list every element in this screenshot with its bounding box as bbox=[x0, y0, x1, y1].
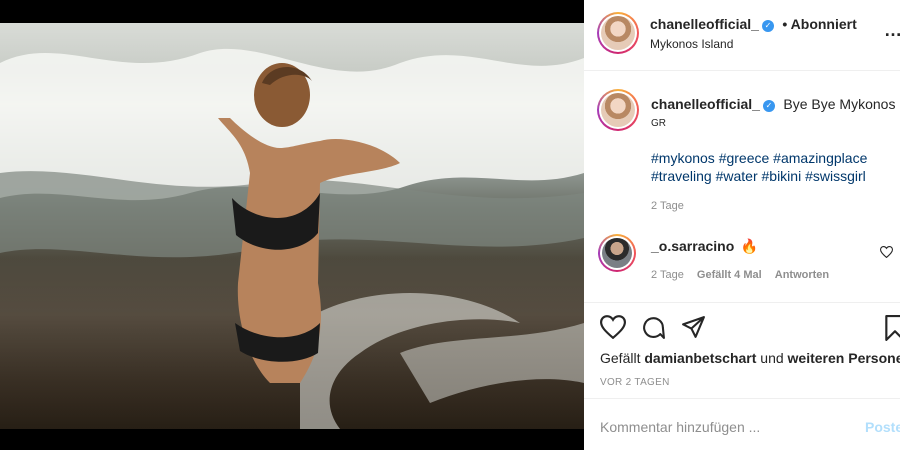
post-comment-button[interactable]: Posten bbox=[865, 419, 900, 435]
share-icon[interactable] bbox=[681, 315, 706, 340]
likes-connector: und bbox=[760, 350, 784, 366]
verified-badge-icon: ✓ bbox=[761, 20, 774, 32]
caption-avatar[interactable] bbox=[597, 89, 639, 131]
commenter-avatar[interactable] bbox=[598, 234, 636, 272]
comment-icon[interactable] bbox=[641, 315, 666, 340]
heart-icon[interactable] bbox=[600, 315, 626, 339]
comment-reply-button[interactable]: Antworten bbox=[775, 269, 829, 281]
post-location[interactable]: Mykonos Island bbox=[650, 37, 733, 51]
caption-hashtags-line1[interactable]: #mykonos #greece #amazingplace bbox=[651, 149, 867, 167]
verified-badge-icon: ✓ bbox=[762, 100, 775, 112]
bookmark-icon[interactable] bbox=[884, 315, 900, 341]
post-side-panel: chanelleofficial_ ✓ • Abonniert Mykonos I… bbox=[584, 0, 900, 450]
follow-status[interactable]: • Abonniert bbox=[782, 16, 856, 32]
caption-block: chanelleofficial_ ✓ Bye Bye Mykonos GR #m… bbox=[584, 71, 900, 221]
more-horizontal-icon[interactable]: … bbox=[884, 20, 900, 41]
post-photo[interactable] bbox=[0, 23, 584, 429]
action-bar bbox=[584, 303, 900, 343]
post-header: chanelleofficial_ ✓ • Abonniert Mykonos I… bbox=[584, 0, 900, 70]
caption-time[interactable]: 2 Tage bbox=[651, 200, 684, 212]
caption-hashtags-line2[interactable]: #traveling #water #bikini #swissgirl bbox=[651, 167, 866, 185]
caption-username[interactable]: chanelleofficial_ bbox=[651, 96, 760, 112]
comment-row: _o.sarracino 🔥 2 Tage Gefällt 4 Mal Antw… bbox=[584, 224, 900, 294]
comment-likes[interactable]: Gefällt 4 Mal bbox=[697, 269, 762, 281]
author-avatar[interactable] bbox=[597, 12, 639, 54]
likes-user[interactable]: damianbetschart bbox=[644, 350, 756, 366]
comment-time[interactable]: 2 Tage bbox=[651, 269, 684, 281]
caption-text: Bye Bye Mykonos bbox=[783, 96, 896, 112]
comment-like-heart-icon[interactable] bbox=[880, 246, 893, 258]
comment-text: 🔥 bbox=[740, 238, 759, 254]
caption-subtext: GR bbox=[651, 118, 666, 129]
beach-photo-illustration bbox=[0, 48, 584, 429]
likes-summary[interactable]: Gefällt damianbetschart und weiteren Per… bbox=[600, 350, 900, 366]
likes-others[interactable]: weiteren Personen bbox=[788, 350, 900, 366]
likes-prefix: Gefällt bbox=[600, 350, 641, 366]
add-comment-bar: Kommentar hinzufügen ... Posten bbox=[584, 399, 900, 450]
commenter-username[interactable]: _o.sarracino bbox=[651, 238, 734, 254]
comment-input[interactable]: Kommentar hinzufügen ... bbox=[600, 419, 760, 435]
author-username[interactable]: chanelleofficial_ bbox=[650, 16, 759, 32]
post-time[interactable]: VOR 2 TAGEN bbox=[600, 377, 670, 388]
post-media[interactable] bbox=[0, 0, 584, 450]
